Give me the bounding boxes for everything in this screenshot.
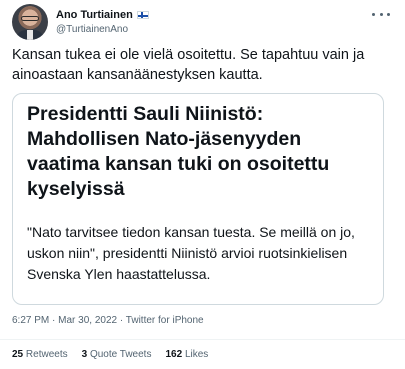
likes-stat[interactable]: 162 Likes	[165, 349, 208, 360]
card-title: Presidentti Sauli Niinistö: Mahdollisen …	[27, 103, 330, 200]
quotes-count: 3	[81, 349, 88, 360]
avatar-glasses	[21, 16, 39, 21]
author-name[interactable]: Ano Turtiainen	[56, 9, 133, 21]
retweets-stat[interactable]: 25 Retweets	[12, 349, 68, 360]
more-options-icon[interactable]	[372, 8, 390, 20]
more-dot	[387, 12, 390, 16]
quotes-label: Quote Tweets	[89, 349, 152, 360]
author-handle[interactable]: @TurtiainenAno	[56, 24, 128, 35]
retweets-count: 25	[12, 349, 24, 360]
likes-count: 162	[165, 349, 183, 360]
tweet-stats: 25 Retweets 3 Quote Tweets 162 Likes	[12, 349, 222, 360]
likes-label: Likes	[184, 349, 209, 360]
meta-separator: ·	[117, 315, 126, 326]
divider	[0, 339, 405, 340]
finland-flag-icon	[136, 11, 149, 19]
meta-separator: ·	[49, 315, 59, 326]
tweet-source[interactable]: Twitter for iPhone	[126, 315, 204, 326]
tweet-header: Ano Turtiainen @TurtiainenAno	[12, 4, 396, 42]
link-card[interactable]: Presidentti Sauli Niinistö: Mahdollisen …	[12, 93, 384, 305]
tweet: Ano Turtiainen @TurtiainenAno Kansan tuk…	[0, 0, 405, 369]
tweet-text: Kansan tukea ei ole vielä osoitettu. Se …	[12, 47, 365, 83]
tweet-meta: 6:27 PM · Mar 30, 2022 · Twitter for iPh…	[12, 315, 204, 326]
more-dot	[372, 12, 375, 16]
retweets-label: Retweets	[25, 349, 68, 360]
card-body: "Nato tarvitsee tiedon kansan tuesta. Se…	[27, 224, 355, 282]
avatar-collar	[27, 30, 33, 40]
more-dot	[379, 12, 383, 16]
tweet-time[interactable]: 6:27 PM	[12, 315, 49, 326]
avatar[interactable]	[12, 4, 48, 40]
quote-tweets-stat[interactable]: 3 Quote Tweets	[82, 349, 152, 360]
author-name-row[interactable]: Ano Turtiainen	[56, 7, 149, 23]
tweet-date[interactable]: Mar 30, 2022	[58, 315, 117, 326]
